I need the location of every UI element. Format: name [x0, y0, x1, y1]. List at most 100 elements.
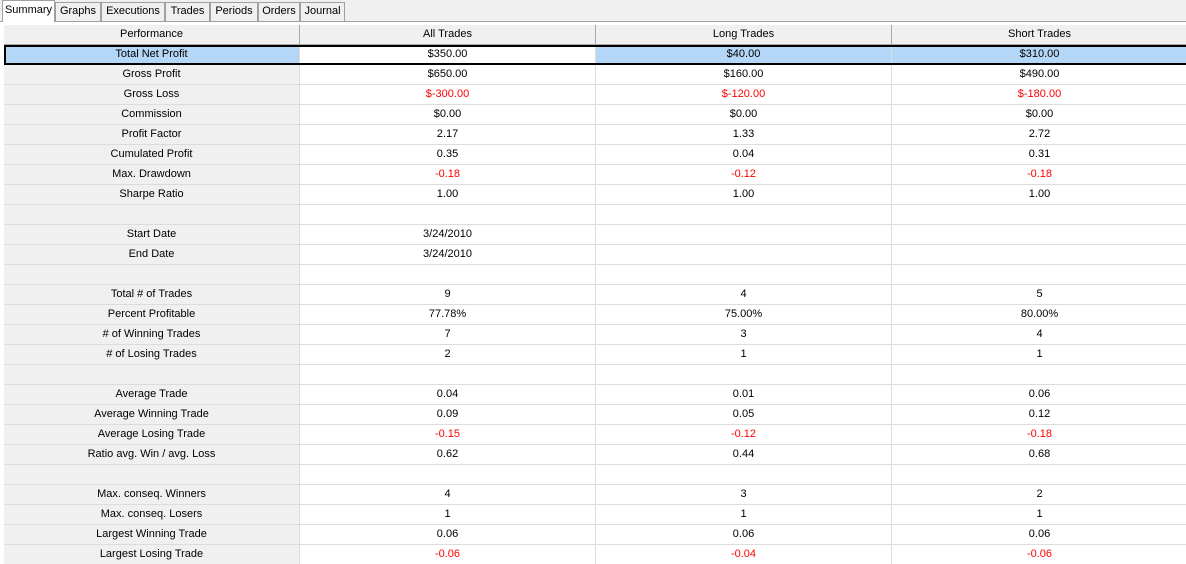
tab-periods[interactable]: Periods: [210, 2, 258, 21]
table-row[interactable]: Average Losing Trade -0.15 -0.12 -0.18: [4, 425, 1186, 445]
cell-short-trades: -0.06: [892, 545, 1186, 564]
table-row[interactable]: Largest Losing Trade -0.06 -0.04 -0.06: [4, 545, 1186, 564]
table-row[interactable]: Largest Winning Trade 0.06 0.06 0.06: [4, 525, 1186, 545]
table-row[interactable]: [4, 365, 1186, 385]
row-label: Commission: [4, 105, 300, 125]
column-header-performance[interactable]: Performance: [4, 25, 300, 45]
cell-long-trades: 0.04: [596, 145, 892, 165]
cell-long-trades: 0.05: [596, 405, 892, 425]
row-label: Ratio avg. Win / avg. Loss: [4, 445, 300, 465]
column-header-all-trades[interactable]: All Trades: [300, 25, 596, 45]
table-row[interactable]: Total Net Profit $350.00 $40.00 $310.00: [4, 45, 1186, 65]
table-row[interactable]: Max. Drawdown -0.18 -0.12 -0.18: [4, 165, 1186, 185]
table-row[interactable]: Sharpe Ratio 1.00 1.00 1.00: [4, 185, 1186, 205]
tab-bar: Summary Graphs Executions Trades Periods…: [0, 0, 1186, 22]
cell-short-trades: 4: [892, 325, 1186, 345]
row-label: Max. conseq. Winners: [4, 485, 300, 505]
table-row[interactable]: [4, 205, 1186, 225]
row-label: Total # of Trades: [4, 285, 300, 305]
tab-graphs[interactable]: Graphs: [55, 2, 101, 21]
row-label: Percent Profitable: [4, 305, 300, 325]
table-row[interactable]: Max. conseq. Losers 1 1 1: [4, 505, 1186, 525]
table-row[interactable]: Cumulated Profit 0.35 0.04 0.31: [4, 145, 1186, 165]
cell-long-trades: 3: [596, 325, 892, 345]
cell-all-trades: $-300.00: [300, 85, 596, 105]
row-label: # of Losing Trades: [4, 345, 300, 365]
row-label: Cumulated Profit: [4, 145, 300, 165]
tab-journal[interactable]: Journal: [300, 2, 345, 21]
cell-long-trades: 1: [596, 345, 892, 365]
row-label: Average Losing Trade: [4, 425, 300, 445]
cell-short-trades: [892, 465, 1186, 485]
cell-all-trades: 9: [300, 285, 596, 305]
cell-all-trades: 77.78%: [300, 305, 596, 325]
tab-executions[interactable]: Executions: [101, 2, 165, 21]
cell-short-trades: 0.31: [892, 145, 1186, 165]
cell-all-trades: -0.18: [300, 165, 596, 185]
row-label: Max. conseq. Losers: [4, 505, 300, 525]
cell-long-trades: -0.12: [596, 425, 892, 445]
row-label: [4, 365, 300, 385]
cell-long-trades: -0.12: [596, 165, 892, 185]
cell-long-trades: 1.00: [596, 185, 892, 205]
cell-short-trades: 0.06: [892, 525, 1186, 545]
cell-long-trades: $40.00: [596, 45, 892, 65]
cell-all-trades: 0.62: [300, 445, 596, 465]
cell-short-trades: [892, 365, 1186, 385]
cell-long-trades: [596, 205, 892, 225]
cell-short-trades: 1: [892, 505, 1186, 525]
row-label: Sharpe Ratio: [4, 185, 300, 205]
cell-short-trades: 1: [892, 345, 1186, 365]
tab-summary[interactable]: Summary: [2, 0, 55, 22]
row-label: Gross Profit: [4, 65, 300, 85]
cell-short-trades: $490.00: [892, 65, 1186, 85]
cell-all-trades: [300, 265, 596, 285]
table-row[interactable]: # of Winning Trades 7 3 4: [4, 325, 1186, 345]
cell-all-trades: 1.00: [300, 185, 596, 205]
table-row[interactable]: Percent Profitable 77.78% 75.00% 80.00%: [4, 305, 1186, 325]
cell-short-trades: [892, 245, 1186, 265]
cell-all-trades: [300, 205, 596, 225]
table-row[interactable]: Start Date 3/24/2010: [4, 225, 1186, 245]
row-label: Average Winning Trade: [4, 405, 300, 425]
cell-short-trades: 1.00: [892, 185, 1186, 205]
cell-long-trades: 0.01: [596, 385, 892, 405]
cell-all-trades: 3/24/2010: [300, 225, 596, 245]
cell-all-trades: 2.17: [300, 125, 596, 145]
cell-short-trades: -0.18: [892, 425, 1186, 445]
cell-all-trades: 0.06: [300, 525, 596, 545]
cell-all-trades: 0.35: [300, 145, 596, 165]
cell-long-trades: 3: [596, 485, 892, 505]
table-row[interactable]: Gross Loss $-300.00 $-120.00 $-180.00: [4, 85, 1186, 105]
table-row[interactable]: Ratio avg. Win / avg. Loss 0.62 0.44 0.68: [4, 445, 1186, 465]
cell-short-trades: [892, 225, 1186, 245]
cell-all-trades: 0.04: [300, 385, 596, 405]
column-header-short-trades[interactable]: Short Trades: [892, 25, 1186, 45]
cell-short-trades: [892, 205, 1186, 225]
table-row[interactable]: Average Winning Trade 0.09 0.05 0.12: [4, 405, 1186, 425]
cell-all-trades: 0.09: [300, 405, 596, 425]
table-row[interactable]: # of Losing Trades 2 1 1: [4, 345, 1186, 365]
table-row[interactable]: [4, 265, 1186, 285]
cell-short-trades: 0.06: [892, 385, 1186, 405]
table-row[interactable]: Total # of Trades 9 4 5: [4, 285, 1186, 305]
table-row[interactable]: Gross Profit $650.00 $160.00 $490.00: [4, 65, 1186, 85]
cell-long-trades: 0.06: [596, 525, 892, 545]
row-label: [4, 205, 300, 225]
cell-short-trades: $310.00: [892, 45, 1186, 65]
table-row[interactable]: Max. conseq. Winners 4 3 2: [4, 485, 1186, 505]
cell-long-trades: [596, 245, 892, 265]
cell-all-trades: 7: [300, 325, 596, 345]
table-row[interactable]: Commission $0.00 $0.00 $0.00: [4, 105, 1186, 125]
table-row[interactable]: [4, 465, 1186, 485]
table-row[interactable]: End Date 3/24/2010: [4, 245, 1186, 265]
cell-long-trades: [596, 465, 892, 485]
row-label: Gross Loss: [4, 85, 300, 105]
table-body: Total Net Profit $350.00 $40.00 $310.00 Gros…: [4, 45, 1186, 564]
tab-orders[interactable]: Orders: [258, 2, 300, 21]
table-row[interactable]: Average Trade 0.04 0.01 0.06: [4, 385, 1186, 405]
table-row[interactable]: Profit Factor 2.17 1.33 2.72: [4, 125, 1186, 145]
tab-trades[interactable]: Trades: [165, 2, 210, 21]
column-header-long-trades[interactable]: Long Trades: [596, 25, 892, 45]
row-label: Max. Drawdown: [4, 165, 300, 185]
